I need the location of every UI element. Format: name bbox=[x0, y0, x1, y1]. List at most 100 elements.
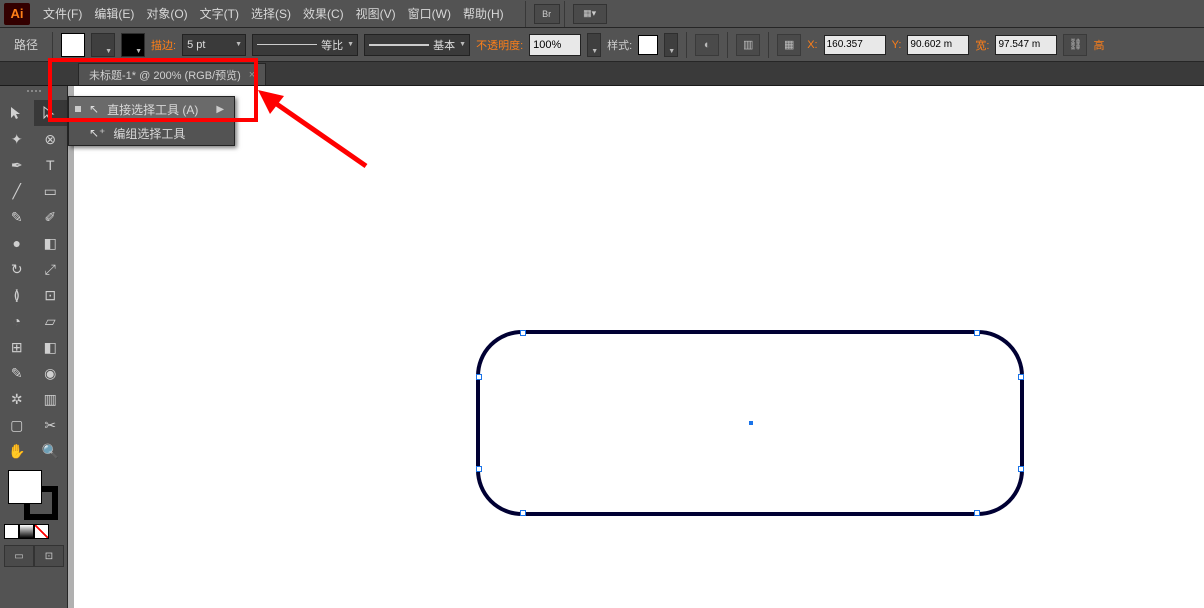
opacity-field[interactable]: 100% bbox=[529, 34, 581, 56]
color-none[interactable] bbox=[34, 524, 49, 539]
full-screen[interactable]: ⊡ bbox=[34, 545, 64, 567]
blend-tool[interactable]: ◉ bbox=[34, 360, 68, 386]
x-field[interactable]: 160.357 bbox=[824, 35, 886, 55]
anchor-point[interactable] bbox=[1018, 466, 1024, 472]
pen-tool[interactable]: ✒ bbox=[0, 152, 34, 178]
opacity-dd[interactable] bbox=[587, 33, 601, 57]
screen-mode-row: ▭ ⊡ bbox=[0, 545, 67, 567]
w-field[interactable]: 97.547 m bbox=[995, 35, 1057, 55]
document-tab[interactable]: 未标题-1* @ 200% (RGB/预览) × bbox=[78, 63, 266, 85]
h-label: 高 bbox=[1093, 37, 1104, 53]
brush-tool[interactable]: ✎ bbox=[0, 204, 34, 230]
menu-effect[interactable]: 效果(C) bbox=[298, 1, 349, 26]
free-transform-tool[interactable]: ⊡ bbox=[34, 282, 68, 308]
stroke-label[interactable]: 描边: bbox=[151, 37, 176, 53]
anchor-point[interactable] bbox=[476, 374, 482, 380]
bridge-button[interactable]: Br bbox=[534, 4, 560, 24]
menu-view[interactable]: 视图(V) bbox=[351, 1, 401, 26]
link-wh-icon[interactable]: ⛓ bbox=[1063, 34, 1087, 56]
fill-stroke-control[interactable] bbox=[8, 470, 58, 520]
chevron-right-icon: ▶ bbox=[206, 104, 224, 115]
fill-dropdown[interactable] bbox=[91, 33, 115, 57]
document-tab-row: 未标题-1* @ 200% (RGB/预览) × bbox=[0, 62, 1204, 86]
eyedropper-tool[interactable]: ✎ bbox=[0, 360, 34, 386]
toolbar-grip[interactable] bbox=[0, 90, 67, 98]
options-bar: 路径 描边: 5 pt 等比 基本 不透明度: 100% 样式: ◐ ▥ ▦ X… bbox=[0, 28, 1204, 62]
anchor-point[interactable] bbox=[520, 510, 526, 516]
shape-builder-tool[interactable]: ◔ bbox=[0, 308, 34, 334]
menu-object[interactable]: 对象(O) bbox=[141, 1, 192, 26]
color-solid[interactable] bbox=[4, 524, 19, 539]
rotate-tool[interactable]: ↻ bbox=[0, 256, 34, 282]
document-tab-close[interactable]: × bbox=[249, 69, 255, 81]
color-gradient[interactable] bbox=[19, 524, 34, 539]
artboard-tool[interactable]: ▢ bbox=[0, 412, 34, 438]
lasso-tool[interactable]: ⊗ bbox=[34, 126, 68, 152]
color-mode-row bbox=[0, 524, 67, 539]
artboard-edge bbox=[68, 86, 74, 608]
rectangle-tool[interactable]: ▭ bbox=[34, 178, 68, 204]
slice-tool[interactable]: ✂ bbox=[34, 412, 68, 438]
menu-help[interactable]: 帮助(H) bbox=[458, 1, 509, 26]
symbol-sprayer-tool[interactable]: ✲ bbox=[0, 386, 34, 412]
dash-profile[interactable]: 等比 bbox=[252, 34, 358, 56]
toolbar: ✦ ⊗ ✒ T ╱ ▭ ✎ ✐ ● ◧ ↻ ⤢ ≬ ⊡ ◔ ▱ ⊞ ◧ ✎ ◉ … bbox=[0, 86, 68, 608]
menu-type[interactable]: 文字(T) bbox=[195, 1, 244, 26]
fill-swatch[interactable] bbox=[61, 33, 85, 57]
anchor-point[interactable] bbox=[476, 466, 482, 472]
flyout-item-label: 编组选择工具 bbox=[113, 125, 185, 142]
align-icon[interactable]: ▥ bbox=[736, 34, 760, 56]
y-field[interactable]: 90.602 m bbox=[907, 35, 969, 55]
x-label: X: bbox=[807, 39, 817, 51]
menubar: Ai 文件(F) 编辑(E) 对象(O) 文字(T) 选择(S) 效果(C) 视… bbox=[0, 0, 1204, 28]
perspective-tool[interactable]: ▱ bbox=[34, 308, 68, 334]
stroke-color-dropdown[interactable] bbox=[121, 33, 145, 57]
cursor-icon: ↖ bbox=[89, 102, 99, 116]
direct-selection-tool[interactable] bbox=[34, 100, 68, 126]
document-tab-title: 未标题-1* @ 200% (RGB/预览) bbox=[89, 67, 241, 83]
line-tool[interactable]: ╱ bbox=[0, 178, 34, 204]
brush-profile[interactable]: 基本 bbox=[364, 34, 470, 56]
zoom-tool[interactable]: 🔍 bbox=[34, 438, 68, 464]
menu-edit[interactable]: 编辑(E) bbox=[89, 1, 139, 26]
tool-flyout: ↖ 直接选择工具 (A) ▶ ↖⁺ 编组选择工具 bbox=[68, 96, 235, 146]
transform-icon[interactable]: ▦ bbox=[777, 34, 801, 56]
arrange-docs-button[interactable]: ▦▾ bbox=[573, 4, 607, 24]
mesh-tool[interactable]: ⊞ bbox=[0, 334, 34, 360]
w-label: 宽: bbox=[975, 37, 989, 53]
hand-tool[interactable]: ✋ bbox=[0, 438, 34, 464]
ai-logo: Ai bbox=[4, 3, 30, 25]
width-tool[interactable]: ≬ bbox=[0, 282, 34, 308]
normal-screen[interactable]: ▭ bbox=[4, 545, 34, 567]
type-tool[interactable]: T bbox=[34, 152, 68, 178]
style-dd[interactable] bbox=[664, 33, 678, 57]
gradient-tool[interactable]: ◧ bbox=[34, 334, 68, 360]
selection-tool[interactable] bbox=[0, 100, 34, 126]
style-swatch[interactable] bbox=[638, 35, 658, 55]
flyout-group-select[interactable]: ↖⁺ 编组选择工具 bbox=[69, 121, 234, 145]
fill-box[interactable] bbox=[8, 470, 42, 504]
style-label: 样式: bbox=[607, 37, 632, 53]
flyout-direct-select[interactable]: ↖ 直接选择工具 (A) ▶ bbox=[69, 97, 234, 121]
menu-select[interactable]: 选择(S) bbox=[246, 1, 296, 26]
blob-brush-tool[interactable]: ● bbox=[0, 230, 34, 256]
menu-window[interactable]: 窗口(W) bbox=[403, 1, 456, 26]
anchor-point[interactable] bbox=[1018, 374, 1024, 380]
recolor-icon[interactable]: ◐ bbox=[695, 34, 719, 56]
anchor-point[interactable] bbox=[974, 510, 980, 516]
menu-file[interactable]: 文件(F) bbox=[38, 1, 87, 26]
scale-tool[interactable]: ⤢ bbox=[34, 256, 68, 282]
flyout-item-label: 直接选择工具 (A) bbox=[107, 101, 198, 118]
center-point bbox=[749, 421, 753, 425]
y-label: Y: bbox=[892, 39, 902, 51]
eraser-tool[interactable]: ◧ bbox=[34, 230, 68, 256]
opacity-label[interactable]: 不透明度: bbox=[476, 37, 523, 53]
anchor-point[interactable] bbox=[974, 330, 980, 336]
path-label: 路径 bbox=[14, 36, 44, 53]
pencil-tool[interactable]: ✐ bbox=[34, 204, 68, 230]
graph-tool[interactable]: ▥ bbox=[34, 386, 68, 412]
cursor-plus-icon: ↖⁺ bbox=[89, 126, 105, 140]
magic-wand-tool[interactable]: ✦ bbox=[0, 126, 34, 152]
anchor-point[interactable] bbox=[520, 330, 526, 336]
stroke-weight[interactable]: 5 pt bbox=[182, 34, 246, 56]
